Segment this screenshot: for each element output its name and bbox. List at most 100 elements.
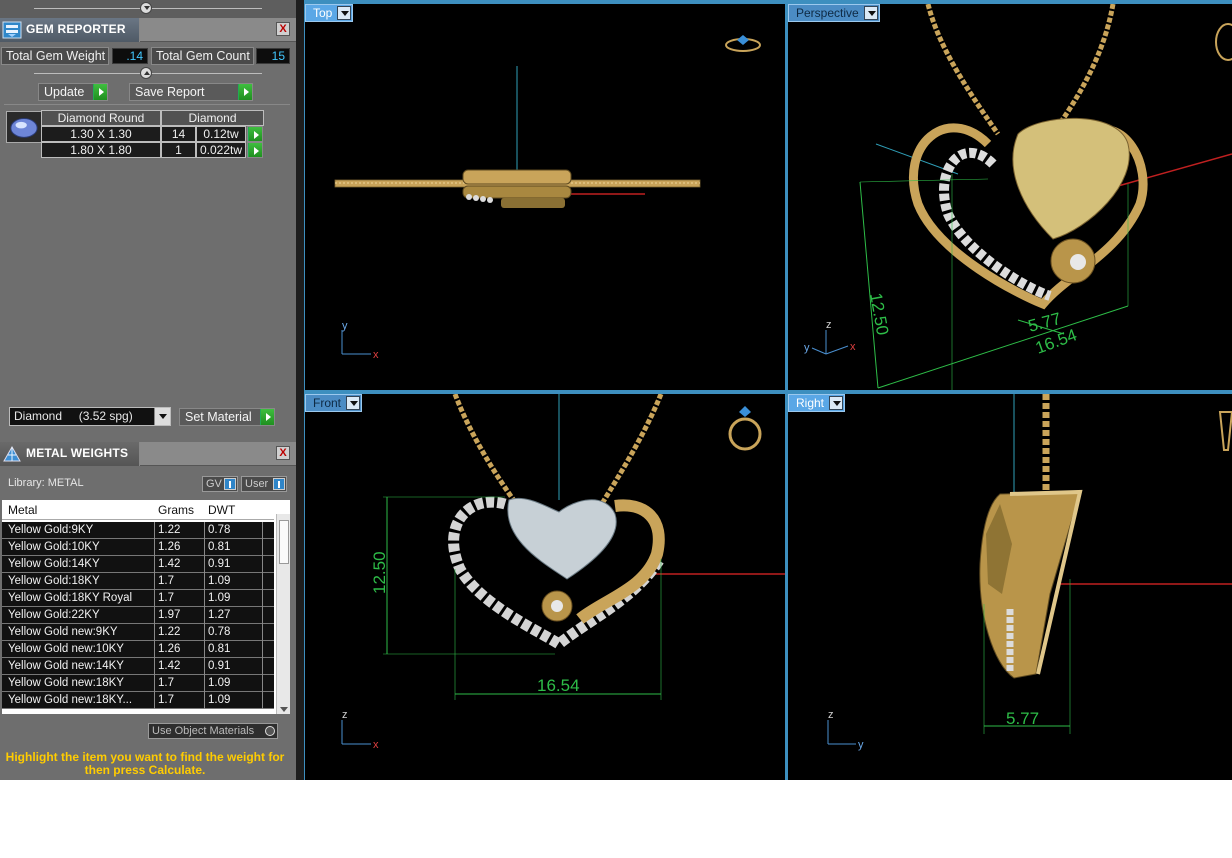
metal-name: Yellow Gold new:18KY... <box>8 694 133 706</box>
gem-row-size[interactable]: 1.80 X 1.80 <box>41 142 161 158</box>
gem-row-count[interactable]: 14 <box>161 126 196 142</box>
metal-weights-title: METAL WEIGHTS <box>26 446 129 460</box>
gem-row-select-button[interactable] <box>247 126 263 142</box>
app-window: GEM REPORTER X Total Gem Weight .14 Tota… <box>0 0 1232 780</box>
axis-a-label: y <box>804 342 810 354</box>
ring-thumbnail-icon <box>1215 23 1232 61</box>
chevron-down-icon[interactable] <box>346 396 361 410</box>
metal-row[interactable]: Yellow Gold:18KY 1.7 1.09 <box>2 573 274 590</box>
play-icon <box>238 84 252 100</box>
save-report-button-label: Save Report <box>135 85 205 99</box>
metal-dwt: 0.91 <box>208 660 231 672</box>
chevron-down-icon[interactable] <box>154 408 170 425</box>
metal-grams: 1.7 <box>158 575 174 587</box>
metal-grams: 1.26 <box>158 541 181 553</box>
gem-header-type: Diamond <box>161 110 264 126</box>
chevron-down-icon[interactable] <box>863 6 878 20</box>
radio-icon[interactable] <box>265 726 275 736</box>
play-icon <box>260 409 274 425</box>
expand-icon[interactable] <box>140 67 152 79</box>
metal-row[interactable]: Yellow Gold:22KY 1.97 1.27 <box>2 607 274 624</box>
viewport-front-tab[interactable]: Front <box>305 394 363 412</box>
scroll-thumb[interactable] <box>279 520 289 564</box>
front-view-canvas: 12.50 16.54 z x <box>341 394 785 751</box>
gem-row-weight[interactable]: 0.022tw <box>196 142 246 158</box>
material-select[interactable]: Diamond (3.52 spg) <box>9 407 171 426</box>
metal-row[interactable]: Yellow Gold:14KY 1.42 0.91 <box>2 556 274 573</box>
set-material-button-label: Set Material <box>185 410 252 424</box>
gv-toggle-label: GV <box>206 478 222 490</box>
metal-row[interactable]: Yellow Gold new:14KY 1.42 0.91 <box>2 658 274 675</box>
metal-row[interactable]: Yellow Gold new:18KY... 1.7 1.09 <box>2 692 274 709</box>
viewport-right-label: Right <box>796 396 825 410</box>
axis-v-label: z <box>342 709 348 721</box>
metal-name: Yellow Gold:18KY <box>8 575 100 587</box>
metal-grams: 1.22 <box>158 626 181 638</box>
gem-reporter-icon <box>2 21 22 39</box>
viewport-right-tab[interactable]: Right <box>788 394 846 412</box>
collapse-icon[interactable] <box>140 2 152 14</box>
metal-row[interactable]: Yellow Gold:18KY Royal 1.7 1.09 <box>2 590 274 607</box>
use-object-materials-option[interactable]: Use Object Materials <box>148 723 278 739</box>
metal-dwt: 1.09 <box>208 694 231 706</box>
metal-grams: 1.42 <box>158 558 181 570</box>
gem-row-weight[interactable]: 0.12tw <box>196 126 246 142</box>
gem-reporter-header: GEM REPORTER X <box>0 18 296 42</box>
col-dwt[interactable]: DWT <box>208 503 235 517</box>
gem-row-select-button[interactable] <box>247 142 263 158</box>
col-metal[interactable]: Metal <box>8 503 37 517</box>
metal-row[interactable]: Yellow Gold new:10KY 1.26 0.81 <box>2 641 274 658</box>
metal-grams: 1.22 <box>158 524 181 536</box>
col-grams[interactable]: Grams <box>158 503 194 517</box>
use-object-materials-label: Use Object Materials <box>152 725 255 737</box>
top-splitter[interactable] <box>0 0 296 18</box>
calculate-hint: Highlight the item you want to find the … <box>5 750 285 777</box>
chevron-down-icon[interactable] <box>829 396 844 410</box>
viewport-top-label: Top <box>313 6 333 20</box>
gem-table-area: Diamond Round Diamond 1.30 X 1.30 14 0.1… <box>4 104 290 394</box>
user-toggle[interactable]: User <box>241 476 287 492</box>
gv-toggle[interactable]: GV <box>202 476 238 492</box>
viewport-right[interactable]: 5.77 z y Right <box>788 394 1232 780</box>
ring-thumbnail-icon <box>725 35 761 52</box>
update-button[interactable]: Update <box>38 83 108 101</box>
axis-h-label: x <box>373 349 379 361</box>
update-button-label: Update <box>44 85 85 99</box>
viewport-top-tab[interactable]: Top <box>305 4 354 22</box>
gem-row-size[interactable]: 1.30 X 1.30 <box>41 126 161 142</box>
chevron-down-icon[interactable] <box>337 6 352 20</box>
viewport-grid: y x Top 12.50 5.77 16.54 y x z Perspecti… <box>304 0 1232 780</box>
axis-gizmo: y x z <box>804 319 856 355</box>
scroll-down-icon[interactable] <box>280 707 288 712</box>
total-gem-weight-value: .14 <box>112 48 148 64</box>
metal-name: Yellow Gold new:10KY <box>8 643 124 655</box>
metal-row[interactable]: Yellow Gold:10KY 1.26 0.81 <box>2 539 274 556</box>
gem-splitter[interactable] <box>0 65 296 83</box>
viewport-top[interactable]: y x Top <box>305 4 785 390</box>
right-view-canvas: 5.77 z y <box>827 394 1232 751</box>
metal-row[interactable]: Yellow Gold:9KY 1.22 0.78 <box>2 522 274 539</box>
total-gem-count-label: Total Gem Count <box>151 47 254 65</box>
metal-name: Yellow Gold new:14KY <box>8 660 124 672</box>
gem-row-count[interactable]: 1 <box>161 142 196 158</box>
material-select-value: Diamond (3.52 spg) <box>14 409 133 423</box>
close-gem-reporter-button[interactable]: X <box>276 22 290 36</box>
metal-row[interactable]: Yellow Gold new:18KY 1.7 1.09 <box>2 675 274 692</box>
set-material-button[interactable]: Set Material <box>179 408 275 426</box>
metal-weights-header: METAL WEIGHTS X <box>0 442 296 466</box>
dim-width-label: 16.54 <box>537 676 580 695</box>
total-gem-weight-label: Total Gem Weight <box>1 47 109 65</box>
metal-row[interactable]: Yellow Gold new:9KY 1.22 0.78 <box>2 624 274 641</box>
save-report-button[interactable]: Save Report <box>129 83 253 101</box>
viewport-perspective-tab[interactable]: Perspective <box>788 4 880 22</box>
metal-grams: 1.7 <box>158 694 174 706</box>
viewport-perspective-label: Perspective <box>796 6 859 20</box>
user-toggle-label: User <box>245 478 269 490</box>
metal-table-scrollbar[interactable] <box>276 514 290 714</box>
viewport-perspective[interactable]: 12.50 5.77 16.54 y x z Perspective <box>788 4 1232 390</box>
gem-header-shape: Diamond Round <box>41 110 161 126</box>
close-metal-weights-button[interactable]: X <box>276 446 290 460</box>
viewport-front[interactable]: 12.50 16.54 z x Front <box>305 394 785 780</box>
metal-weights-icon <box>3 445 21 462</box>
metal-grams: 1.7 <box>158 677 174 689</box>
